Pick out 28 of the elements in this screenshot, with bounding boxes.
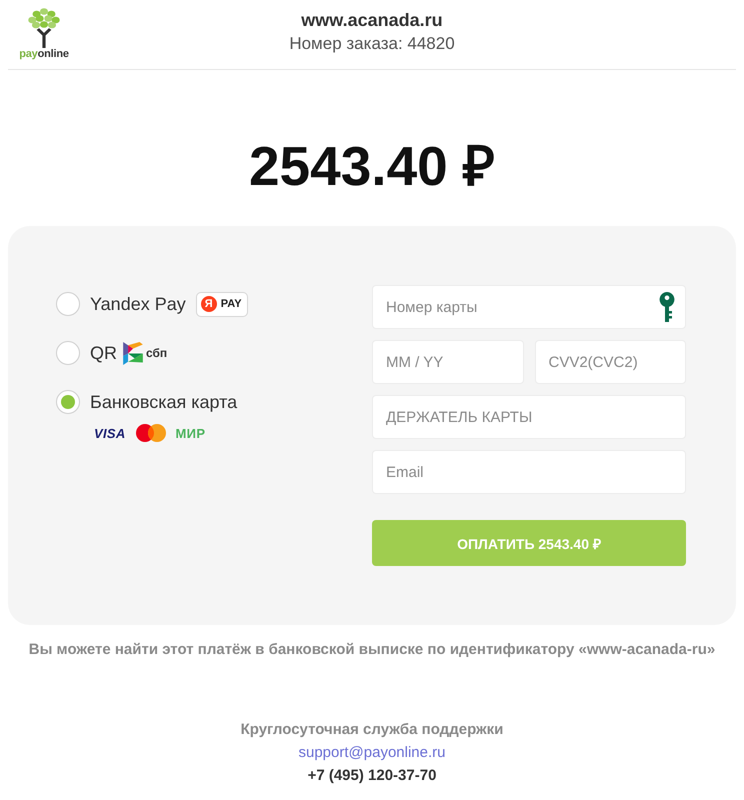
payment-method-label[interactable]: Банковская карта [90,391,238,413]
payment-method-label[interactable]: QR [90,342,117,364]
radio-button[interactable] [56,390,80,414]
cvv-field[interactable]: CVV2(CVC2) [534,340,686,384]
radio-button[interactable] [56,341,80,365]
logo-wordmark: payonline [19,48,69,61]
support-title: Круглосуточная служба поддержки [240,720,504,740]
radio-button[interactable] [56,292,80,316]
overlapping-circles-icon [136,424,166,442]
order-number: Номер заказа: 44820 [289,32,455,54]
site-title: www.acanada.ru [301,8,443,32]
badge-text: PAY [220,298,242,310]
payment-amount: 2543.40 ₽ [248,136,496,196]
visa-logo: VISA [94,426,126,440]
mir-logo: МИР [176,426,206,440]
payment-method-label[interactable]: Yandex Pay [90,293,186,315]
logo-letter: Я [200,296,217,312]
triangle-logo-icon [123,342,143,364]
card-number-field[interactable]: Номер карты [372,285,686,329]
tree-logo-icon [28,8,60,48]
cardholder-field[interactable]: ДЕРЖАТЕЛЬ КАРТЫ [372,395,686,439]
support-email-link[interactable]: support@payonline.ru [298,741,446,764]
sbp-logo-text: сбп [146,346,168,360]
email-field[interactable]: Email [372,450,686,494]
support-phone: +7 (495) 120-37-70 [308,766,436,786]
key-icon [659,292,675,322]
expiry-field[interactable]: MM / YY [372,340,524,384]
statement-notice: Вы можете найти этот платёж в банковской выписке по идентификатору «www-acanada-ru» [28,641,716,659]
